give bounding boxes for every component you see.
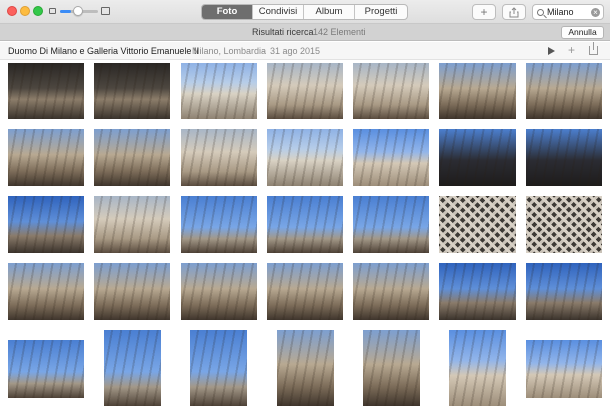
photo-grid [0,60,610,408]
photo-thumbnail[interactable] [277,330,334,406]
search-input[interactable]: Milano × [532,4,604,20]
photo-thumbnail[interactable] [267,129,343,186]
photo-thumbnail[interactable] [363,330,420,406]
zoom-slider-fill [60,10,72,13]
photo-thumbnail[interactable] [526,196,602,253]
photo-thumbnail[interactable] [526,340,602,398]
results-count: 142 Elementi [313,27,366,37]
photo-thumbnail[interactable] [353,63,429,119]
photo-thumbnail[interactable] [267,196,343,253]
photo-thumbnail[interactable] [526,129,602,186]
close-window-button[interactable] [7,6,17,16]
moment-separator: - [262,46,265,56]
photo-thumbnail[interactable] [353,263,429,320]
zoom-out-icon [49,8,56,14]
tab-condivisi[interactable]: Condivisi [253,5,304,19]
photo-thumbnail[interactable] [353,196,429,253]
photo-thumbnail[interactable] [353,129,429,186]
view-tabs: Foto Condivisi Album Progetti [201,4,408,20]
photo-thumbnail[interactable] [8,263,84,320]
photo-thumbnail[interactable] [181,63,257,119]
photo-thumbnail[interactable] [181,196,257,253]
photo-thumbnail[interactable] [190,330,247,406]
play-icon[interactable] [548,47,555,55]
moment-location[interactable]: Milano, Lombardia [192,46,266,56]
photos-window: Foto Condivisi Album Progetti + Milano ×… [0,0,610,408]
moment-date: 31 ago 2015 [270,46,321,56]
photo-thumbnail[interactable] [439,63,516,119]
tab-foto[interactable]: Foto [202,5,253,19]
photo-thumbnail[interactable] [449,330,506,406]
tab-progetti[interactable]: Progetti [355,5,407,19]
moment-header: Duomo Di Milano e Galleria Vittorio Eman… [0,42,610,60]
share-button[interactable] [502,4,526,20]
photo-thumbnail[interactable] [104,330,161,406]
photo-thumbnail[interactable] [181,129,257,186]
photo-thumbnail[interactable] [8,63,84,119]
photo-thumbnail[interactable] [8,340,84,398]
photo-thumbnail[interactable] [94,63,170,119]
photo-thumbnail[interactable] [181,263,257,320]
photo-thumbnail[interactable] [94,129,170,186]
search-value: Milano [547,7,574,17]
photo-thumbnail[interactable] [439,196,516,253]
search-results-bar: Risultati ricerca 142 Elementi Annulla [0,24,610,41]
cancel-button[interactable]: Annulla [561,26,604,39]
plus-icon[interactable]: + [568,43,575,57]
photo-thumbnail[interactable] [94,196,170,253]
clear-icon[interactable]: × [591,8,600,17]
photo-thumbnail[interactable] [267,263,343,320]
photo-thumbnail[interactable] [439,263,516,320]
zoom-in-icon [101,7,110,15]
share-icon[interactable] [589,42,598,55]
photo-thumbnail[interactable] [94,263,170,320]
share-icon [509,7,519,18]
tab-album[interactable]: Album [304,5,355,19]
moment-title[interactable]: Duomo Di Milano e Galleria Vittorio Eman… [8,46,199,56]
fullscreen-window-button[interactable] [33,6,43,16]
add-button[interactable]: + [472,4,496,20]
photo-thumbnail[interactable] [267,63,343,119]
photo-thumbnail[interactable] [8,129,84,186]
photo-thumbnail[interactable] [526,263,602,320]
photo-thumbnail[interactable] [8,196,84,253]
toolbar: Foto Condivisi Album Progetti + Milano × [0,0,610,24]
zoom-slider-knob[interactable] [73,6,83,16]
results-label: Risultati ricerca [252,27,314,37]
photo-thumbnail[interactable] [439,129,516,186]
photo-thumbnail[interactable] [526,63,602,119]
minimize-window-button[interactable] [20,6,30,16]
search-icon [537,9,544,16]
